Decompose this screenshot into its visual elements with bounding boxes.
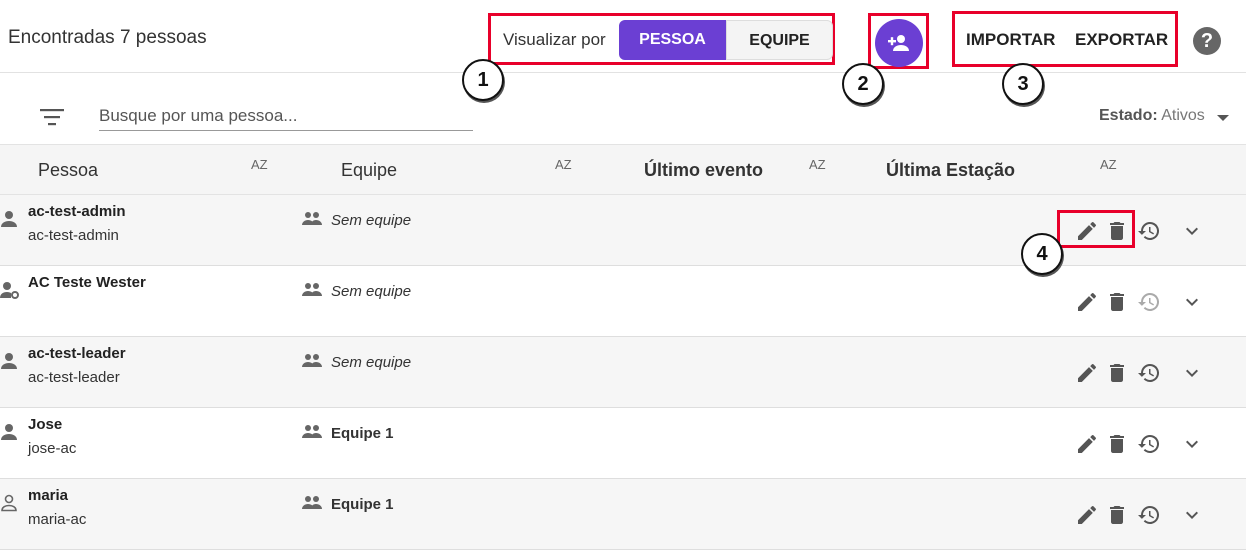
delete-icon[interactable] (1105, 432, 1129, 456)
edit-icon[interactable] (1075, 432, 1099, 456)
delete-icon[interactable] (1105, 361, 1129, 385)
person-name: AC Teste Wester (28, 274, 146, 291)
person-icon (0, 209, 20, 229)
person-team: Sem equipe (331, 354, 412, 371)
view-team-button[interactable]: EQUIPE (726, 20, 833, 60)
table-row[interactable]: AC Teste Wester Sem equipe (0, 266, 1246, 337)
chevron-down-icon[interactable] (1180, 432, 1204, 456)
history-icon[interactable] (1137, 290, 1161, 314)
person-team: Equipe 1 (331, 425, 394, 442)
team-icon (302, 210, 322, 226)
history-icon[interactable] (1137, 503, 1161, 527)
edit-icon[interactable] (1075, 503, 1099, 527)
team-icon (302, 352, 322, 368)
delete-icon[interactable] (1105, 290, 1129, 314)
callout-4: 4 (1021, 233, 1063, 275)
table-row[interactable]: Jose jose-ac Equipe 1 (0, 408, 1246, 479)
chevron-down-icon[interactable] (1180, 503, 1204, 527)
person-outline-icon (0, 493, 20, 513)
column-ultimo-evento[interactable]: Último evento (644, 160, 763, 181)
column-pessoa[interactable]: Pessoa (38, 160, 98, 181)
results-count: Encontradas 7 pessoas (8, 27, 207, 48)
view-by-group: Visualizar por PESSOA EQUIPE (488, 13, 835, 65)
add-person-highlight (868, 13, 929, 69)
import-button[interactable]: IMPORTAR (966, 30, 1055, 50)
table-header: Pessoa AZ Equipe AZ Último evento AZ Últ… (0, 144, 1246, 195)
state-select[interactable]: Estado: Ativos (1099, 107, 1205, 125)
filter-icon[interactable] (40, 108, 64, 126)
person-team: Sem equipe (331, 283, 412, 300)
search-input[interactable] (99, 101, 473, 131)
sort-az-icon[interactable]: AZ (555, 157, 572, 172)
state-value: Ativos (1161, 107, 1205, 124)
person-login: maria-ac (28, 511, 87, 528)
delete-icon[interactable] (1105, 503, 1129, 527)
column-ultima-estacao[interactable]: Última Estação (886, 160, 1015, 181)
chevron-down-icon[interactable] (1180, 290, 1204, 314)
history-icon[interactable] (1137, 219, 1161, 243)
team-icon (302, 281, 322, 297)
edit-icon[interactable] (1075, 290, 1099, 314)
person-login: ac-test-admin (28, 227, 119, 244)
team-icon (302, 423, 322, 439)
chevron-down-icon[interactable] (1180, 219, 1204, 243)
person-add-icon (888, 35, 909, 51)
column-equipe[interactable]: Equipe (341, 160, 397, 181)
view-by-label: Visualizar por (503, 30, 606, 49)
person-team: Sem equipe (331, 212, 412, 229)
person-name: maria (28, 487, 69, 504)
team-icon (302, 494, 322, 510)
person-login: ac-test-leader (28, 369, 120, 386)
history-icon[interactable] (1137, 432, 1161, 456)
help-icon[interactable]: ? (1193, 27, 1221, 55)
filter-bar: Estado: Ativos (0, 73, 1246, 144)
history-icon[interactable] (1137, 361, 1161, 385)
person-name: Jose (28, 416, 63, 433)
sort-az-icon[interactable]: AZ (1100, 157, 1117, 172)
person-icon (0, 422, 20, 442)
sort-az-icon[interactable]: AZ (251, 157, 268, 172)
import-export-group: IMPORTAR EXPORTAR (952, 11, 1178, 67)
state-label: Estado: (1099, 107, 1158, 124)
row-actions-highlight (1057, 210, 1135, 248)
top-bar: Encontradas 7 pessoas Visualizar por PES… (0, 0, 1246, 73)
table-row[interactable]: maria maria-ac Equipe 1 (0, 479, 1246, 550)
sort-az-icon[interactable]: AZ (809, 157, 826, 172)
person-team: Equipe 1 (331, 496, 394, 513)
edit-icon[interactable] (1075, 361, 1099, 385)
person-gear-icon (0, 280, 20, 300)
export-button[interactable]: EXPORTAR (1075, 30, 1168, 50)
caret-down-icon[interactable] (1217, 115, 1229, 121)
view-person-button[interactable]: PESSOA (619, 20, 726, 60)
table-row[interactable]: ac-test-leader ac-test-leader Sem equipe (0, 337, 1246, 408)
person-name: ac-test-admin (28, 203, 126, 220)
person-icon (0, 351, 20, 371)
add-person-button[interactable] (875, 19, 923, 67)
chevron-down-icon[interactable] (1180, 361, 1204, 385)
person-name: ac-test-leader (28, 345, 126, 362)
person-login: jose-ac (28, 440, 77, 457)
